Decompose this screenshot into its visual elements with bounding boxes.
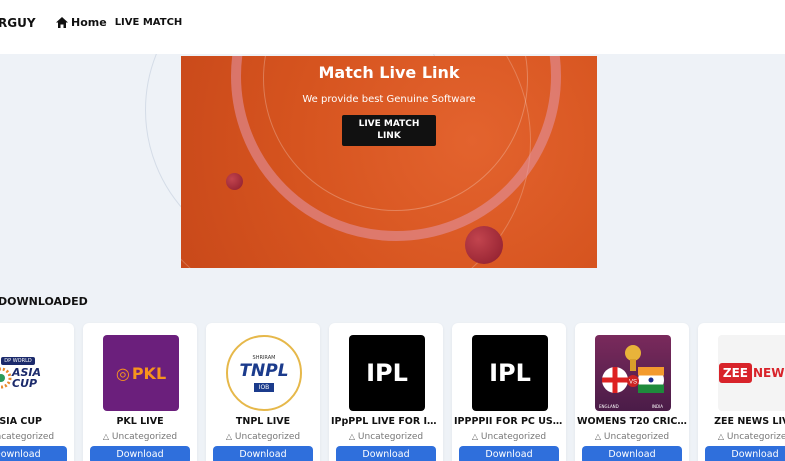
zee-news-logo: ZEE NEWS [718,335,785,411]
card-title[interactable]: PKL LIVE [83,416,197,427]
womens-t20-right-label: INDIA [651,404,663,409]
download-button[interactable]: Download [336,446,436,461]
womens-t20-logo: VS ENGLAND INDIA [595,335,671,411]
app-card[interactable]: ◎ PKL PKL LIVE △ Uncategorized Download [83,323,197,461]
sunburst-icon [0,367,12,389]
category-icon: △ [225,432,233,441]
download-cards: DP WORLD ASIA CUP ASIA CUP △ Uncategoriz… [0,323,785,461]
card-title[interactable]: IPpPPL LIVE FOR IOS... [329,416,443,427]
pkl-mark-icon: ◎ [115,363,130,383]
card-category-label: Uncategorized [0,432,55,442]
top-navbar: RGUY Home LIVE MATCH [0,0,785,54]
card-title[interactable]: ASIA CUP [0,416,74,427]
tnpl-sponsor: IOB [253,382,275,392]
card-category-label: Uncategorized [726,432,785,442]
womens-t20-left-label: ENGLAND [599,404,619,409]
main-nav: Home LIVE MATCH [56,16,182,29]
home-icon [56,17,68,28]
decorative-ball-small [226,173,243,190]
live-match-link-button-line2: LINK [377,131,401,141]
hero-banner: Match Live Link We provide best Genuine … [181,56,597,268]
card-category[interactable]: △ Uncategorized [83,432,197,442]
section-title: DOWNLOADED [0,295,88,308]
tnpl-logo-text: TNPL [239,360,289,381]
card-title[interactable]: ZEE NEWS LIVE [698,416,785,427]
category-icon: △ [594,432,602,441]
svg-text:VS: VS [629,380,637,386]
app-card[interactable]: VS ENGLAND INDIA WOMENS T20 CRIC... △ Un… [575,323,689,461]
ipl-logo-text: IPL [489,359,531,387]
live-match-link-button-line1: LIVE MATCH [358,119,420,129]
card-category[interactable]: △ Uncategorized [0,432,74,442]
card-category[interactable]: △ Uncategorized [206,432,320,442]
nav-home-label: Home [71,16,107,29]
download-button[interactable]: Download [213,446,313,461]
site-brand[interactable]: RGUY [0,16,36,30]
card-category-label: Uncategorized [603,432,670,442]
download-button[interactable]: Download [0,446,67,461]
app-card[interactable]: IPL IPPPPII FOR PC USERS △ Uncategorized… [452,323,566,461]
app-card[interactable]: IPL IPpPPL LIVE FOR IOS... △ Uncategoriz… [329,323,443,461]
category-icon: △ [717,432,725,441]
ipl-logo-text: IPL [366,359,408,387]
ipl-logo: IPL [349,335,425,411]
pkl-logo-text: PKL [131,363,167,383]
card-category[interactable]: △ Uncategorized [698,432,785,442]
page: RGUY Home LIVE MATCH Match Live Link We … [0,0,785,461]
category-icon: △ [471,432,479,441]
download-button[interactable]: Download [90,446,190,461]
hero-title: Match Live Link [318,63,460,82]
asia-cup-logo: DP WORLD ASIA CUP [0,335,56,411]
tnpl-logo: SHRIRAM TNPL IOB [226,335,302,411]
ipl-logo: IPL [472,335,548,411]
download-button[interactable]: Download [582,446,682,461]
app-card[interactable]: SHRIRAM TNPL IOB TNPL LIVE △ Uncategoriz… [206,323,320,461]
trophy-icon: VS [602,345,664,393]
news-logo-text: NEWS [752,366,785,380]
category-icon: △ [102,432,110,441]
card-category-label: Uncategorized [234,432,301,442]
nav-home-link[interactable]: Home [56,16,107,29]
download-button[interactable]: Download [459,446,559,461]
zee-logo-text: ZEE [718,363,752,383]
download-button[interactable]: Download [705,446,785,461]
pkl-logo: ◎ PKL [103,335,179,411]
card-title[interactable]: IPPPPII FOR PC USERS [452,416,566,427]
live-match-link-button[interactable]: LIVE MATCH LINK [342,115,436,146]
card-category-label: Uncategorized [480,432,547,442]
card-title[interactable]: WOMENS T20 CRIC... [575,416,689,427]
category-icon: △ [348,432,356,441]
decorative-ball [465,226,503,264]
card-category[interactable]: △ Uncategorized [329,432,443,442]
card-title[interactable]: TNPL LIVE [206,416,320,427]
card-category-label: Uncategorized [357,432,424,442]
hero-subtitle: We provide best Genuine Software [302,94,476,105]
asia-cup-logo-text: ASIA CUP [12,366,42,390]
asia-cup-logo-small: DP WORLD [1,357,35,365]
card-category[interactable]: △ Uncategorized [452,432,566,442]
app-card[interactable]: ZEE NEWS ZEE NEWS LIVE △ Uncategorized D… [698,323,785,461]
app-card[interactable]: DP WORLD ASIA CUP ASIA CUP △ Uncategoriz… [0,323,74,461]
nav-live-match-link[interactable]: LIVE MATCH [115,17,183,28]
card-category[interactable]: △ Uncategorized [575,432,689,442]
asia-cup-emblem: ASIA CUP [0,367,46,389]
card-category-label: Uncategorized [111,432,178,442]
